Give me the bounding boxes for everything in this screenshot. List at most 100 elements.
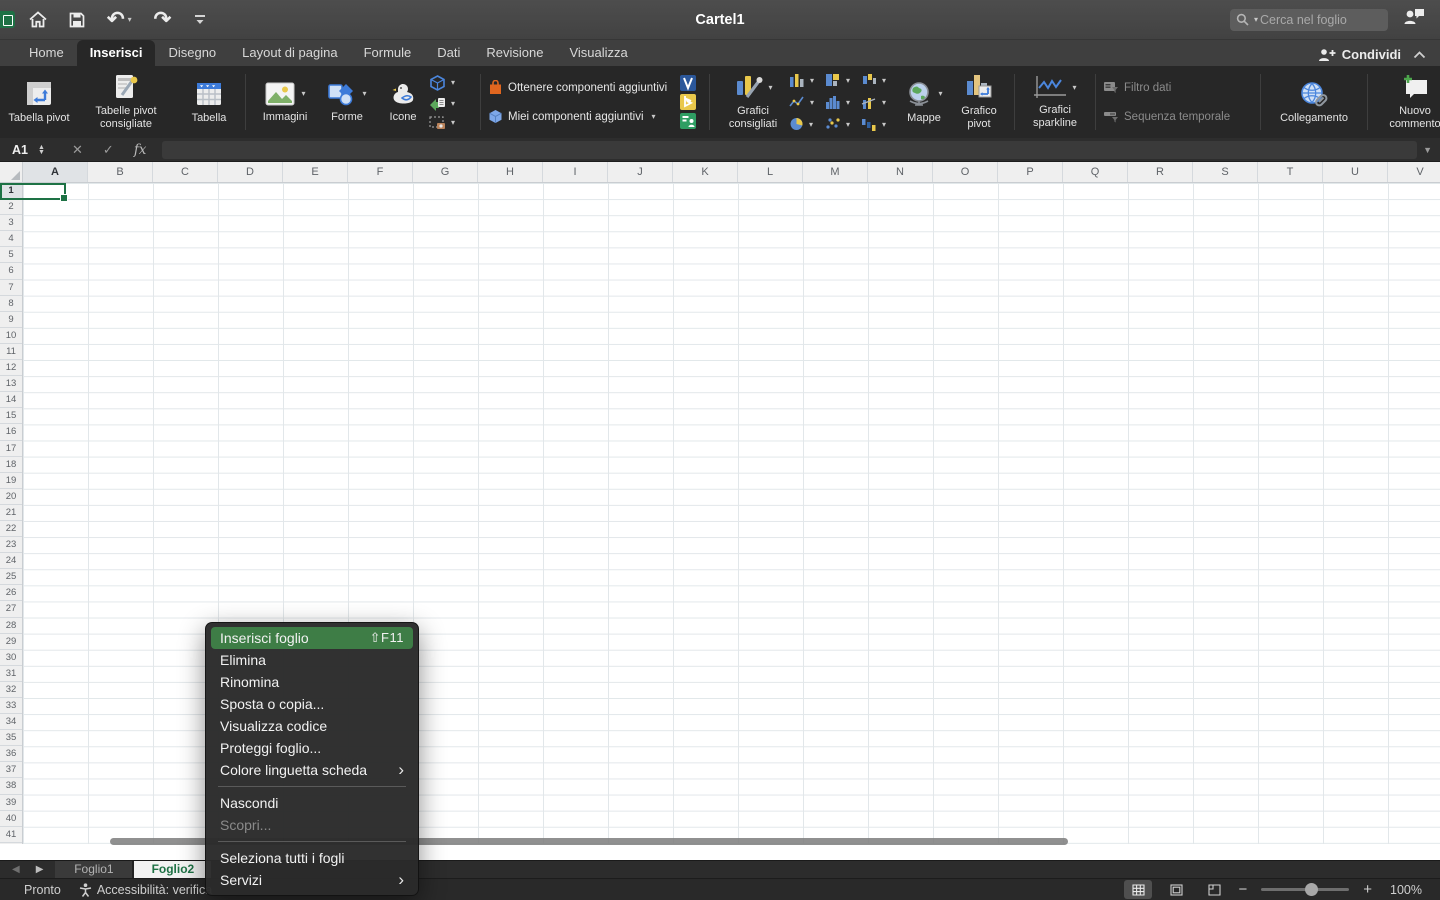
zoom-in-icon[interactable]: + [1363,881,1372,898]
column-header-o[interactable]: O [933,162,998,182]
prev-sheet-icon[interactable]: ◀ [12,864,20,875]
column-header-r[interactable]: R [1128,162,1193,182]
row-header-28[interactable]: 28 [0,618,22,634]
ribbon-tab-disegno[interactable]: Disegno [155,40,229,66]
new-comment-button[interactable]: Nuovo commento [1375,69,1440,135]
column-header-d[interactable]: D [218,162,283,182]
table-button[interactable]: Tabella [180,69,238,135]
save-icon[interactable] [69,12,85,28]
menu-item-sposta-o-copia[interactable]: Sposta o copia... [211,693,413,715]
menu-item-rinomina[interactable]: Rinomina [211,671,413,693]
row-header-22[interactable]: 22 [0,521,22,537]
column-chart-button[interactable]: ▾ [789,73,825,87]
row-header-6[interactable]: 6 [0,263,22,279]
accessibility-status[interactable]: Accessibilità: verifica [79,883,212,897]
bing-icon[interactable] [680,94,696,110]
menu-item-nascondi[interactable]: Nascondi [211,792,413,814]
sheet-tab-foglio1[interactable]: Foglio1 [55,861,134,878]
row-header-14[interactable]: 14 [0,392,22,408]
recommended-charts-button[interactable]: ▾ Grafici consigliati [717,69,789,135]
select-all-corner[interactable] [0,162,23,182]
row-header-17[interactable]: 17 [0,441,22,457]
column-header-i[interactable]: I [543,162,608,182]
column-header-k[interactable]: K [673,162,738,182]
column-header-g[interactable]: G [413,162,478,182]
row-header-25[interactable]: 25 [0,569,22,585]
images-button[interactable]: ▾ Immagini [253,69,317,135]
row-header-5[interactable]: 5 [0,247,22,263]
row-header-4[interactable]: 4 [0,231,22,247]
formula-bar-expand-icon[interactable]: ▼ [1423,145,1440,155]
row-header-41[interactable]: 41 [0,827,22,843]
undo-button[interactable]: ↶▾ [107,10,132,30]
normal-view-button[interactable] [1124,880,1152,899]
line-chart-button[interactable]: ▾ [789,95,825,109]
menu-item-colore-linguetta-scheda[interactable]: Colore linguetta scheda› [211,759,413,781]
confirm-entry-icon[interactable]: ✓ [103,142,114,158]
pivot-chart-button[interactable]: Grafico pivot [951,69,1007,135]
row-header-30[interactable]: 30 [0,650,22,666]
column-header-f[interactable]: F [348,162,413,182]
column-header-c[interactable]: C [153,162,218,182]
name-box-stepper[interactable]: ▲▼ [38,145,45,155]
histogram-chart-button[interactable]: ▾ [825,95,861,109]
row-header-23[interactable]: 23 [0,537,22,553]
waterfall-chart-button[interactable]: ▾ [861,117,897,131]
column-header-b[interactable]: B [88,162,153,182]
row-header-40[interactable]: 40 [0,811,22,827]
row-header-24[interactable]: 24 [0,553,22,569]
row-header-21[interactable]: 21 [0,505,22,521]
screenshot-button[interactable]: ▾ [429,116,473,130]
cancel-entry-icon[interactable]: ✕ [72,142,83,158]
zoom-slider-thumb[interactable] [1305,883,1318,896]
zoom-out-icon[interactable]: − [1238,881,1247,898]
timeline-button[interactable]: Sequenza temporale [1103,108,1253,125]
sparklines-button[interactable]: ▾ Grafici sparkline [1022,69,1088,135]
row-header-38[interactable]: 38 [0,778,22,794]
formula-input[interactable] [162,141,1417,159]
search-input[interactable] [1260,13,1372,27]
link-button[interactable]: Collegamento [1268,69,1360,135]
row-header-35[interactable]: 35 [0,730,22,746]
customize-toolbar-button[interactable] [193,14,207,26]
scatter-chart-button[interactable]: ▾ [825,117,861,131]
ribbon-tab-dati[interactable]: Dati [424,40,473,66]
column-header-t[interactable]: T [1258,162,1323,182]
menu-item-elimina[interactable]: Elimina [211,649,413,671]
row-header-3[interactable]: 3 [0,215,22,231]
row-header-37[interactable]: 37 [0,762,22,778]
row-header-10[interactable]: 10 [0,328,22,344]
menu-item-seleziona-tutti-i-fogli[interactable]: Seleziona tutti i fogli [211,847,413,869]
get-addins-button[interactable]: Ottenere componenti aggiuntivi [488,79,680,96]
pie-chart-button[interactable]: ▾ [789,117,825,131]
row-header-16[interactable]: 16 [0,424,22,440]
row-header-31[interactable]: 31 [0,666,22,682]
zoom-level[interactable]: 100% [1382,883,1422,897]
ribbon-tab-layout-di-pagina[interactable]: Layout di pagina [229,40,350,66]
row-header-26[interactable]: 26 [0,585,22,601]
ribbon-tab-inserisci[interactable]: Inserisci [77,40,156,66]
column-header-n[interactable]: N [868,162,933,182]
visio-icon[interactable] [680,75,696,91]
row-header-9[interactable]: 9 [0,312,22,328]
column-header-p[interactable]: P [998,162,1063,182]
sheet-tab-foglio2[interactable]: Foglio2 [134,861,213,878]
slicer-button[interactable]: Filtro dati [1103,79,1253,96]
ribbon-tab-home[interactable]: Home [16,40,77,66]
maps-button[interactable]: ▾ Mappe [897,69,951,135]
share-button[interactable]: Condividi [1318,47,1401,62]
3d-models-button[interactable]: ▾ [429,75,473,91]
menu-item-proteggi-foglio[interactable]: Proteggi foglio... [211,737,413,759]
insert-function-icon[interactable]: fx [134,142,147,158]
row-header-8[interactable]: 8 [0,296,22,312]
row-header-19[interactable]: 19 [0,473,22,489]
home-icon[interactable] [29,11,47,28]
column-header-l[interactable]: L [738,162,803,182]
hierarchy-chart-button[interactable]: ▾ [861,73,897,87]
row-header-32[interactable]: 32 [0,682,22,698]
menu-item-servizi[interactable]: Servizi› [211,869,413,891]
column-header-e[interactable]: E [283,162,348,182]
row-header-15[interactable]: 15 [0,408,22,424]
column-header-j[interactable]: J [608,162,673,182]
row-header-11[interactable]: 11 [0,344,22,360]
